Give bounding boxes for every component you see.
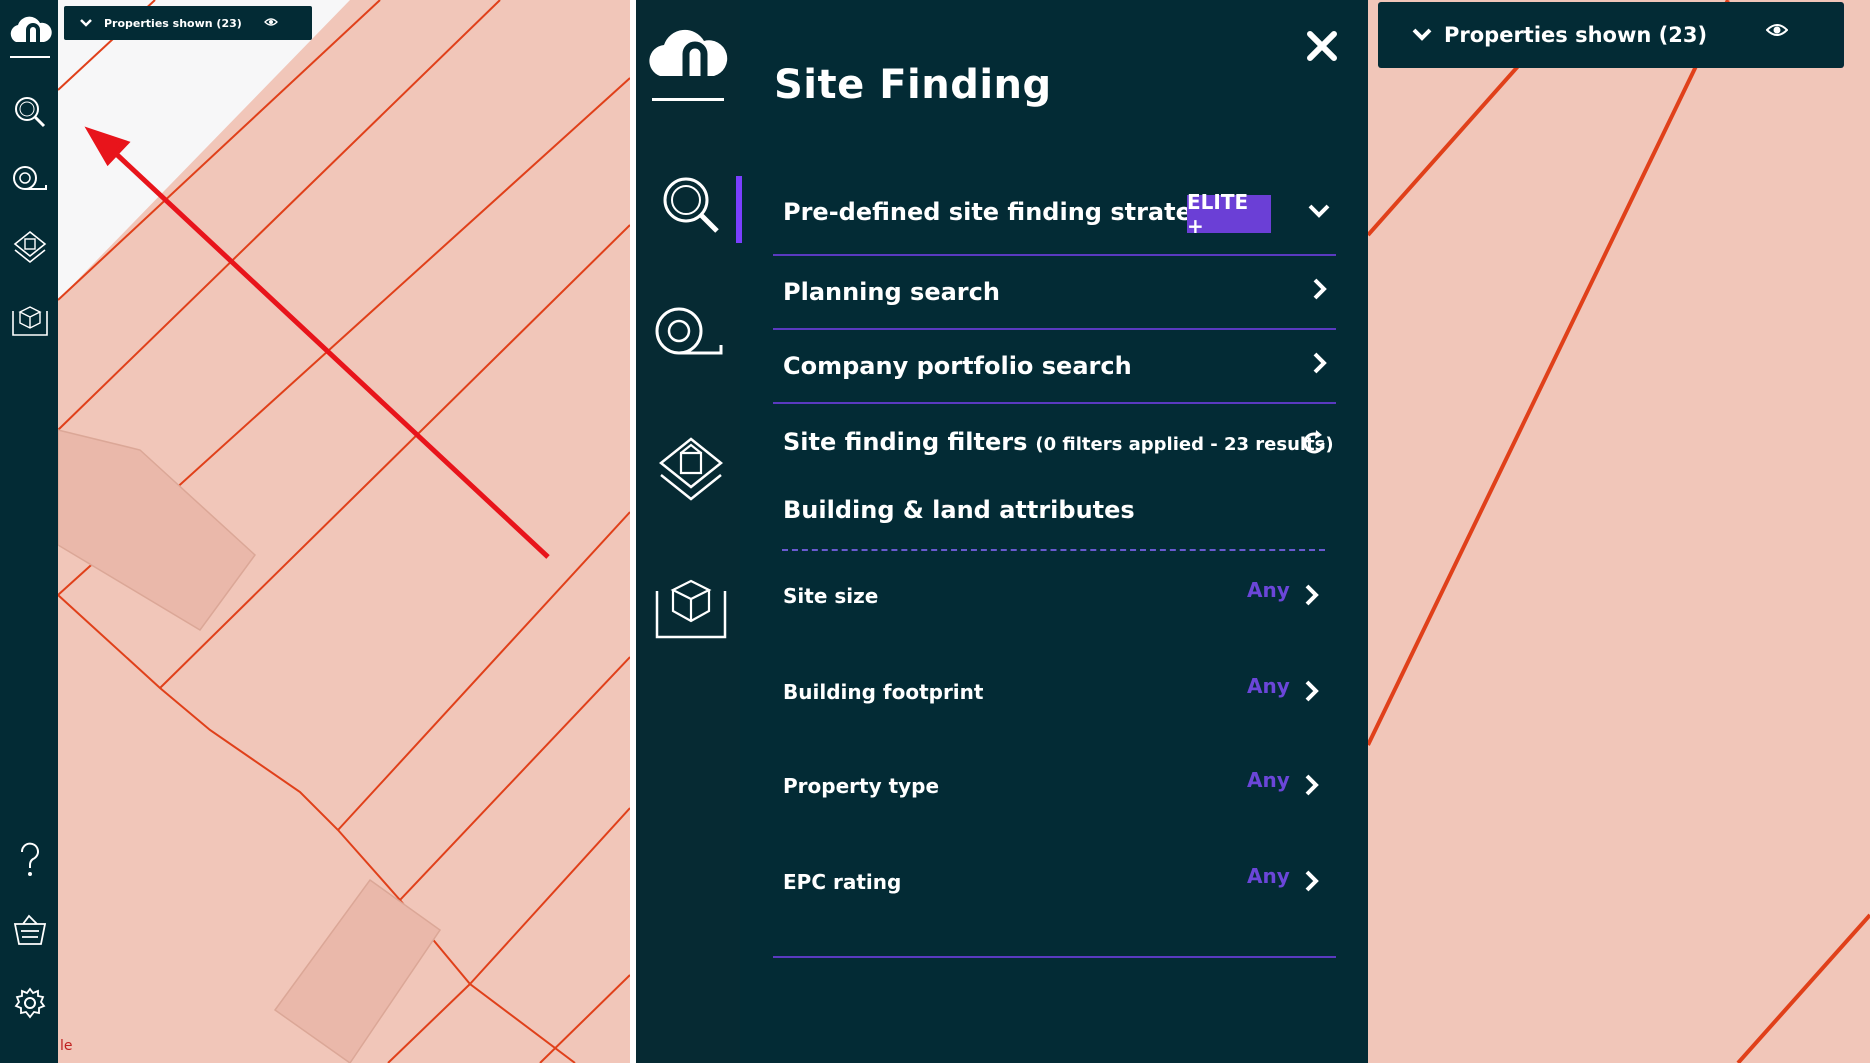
filter-row-site-size[interactable]: Site size Any [773,570,1336,620]
divider [773,402,1336,404]
building-footprints [57,429,442,1063]
site-finding-panel: Site Finding Pre-defined site finding st… [636,0,1369,1063]
site-finding-filters-header: Site finding filters (0 filters applied -… [773,422,1336,468]
filter-label: Property type [783,774,940,798]
strategies-label: Pre-defined site finding strategies [783,198,1248,226]
planning-search-row[interactable]: Planning search [773,268,1336,328]
chevron-down-icon [1412,28,1432,41]
filter-label: Site size [783,584,879,608]
map-label-fragment: le [60,1038,73,1054]
cloud-n-logo-icon[interactable] [646,20,730,82]
logo-underline [652,98,724,101]
tape-measure-icon[interactable] [12,165,50,195]
gear-icon[interactable] [14,987,46,1019]
company-portfolio-search-row[interactable]: Company portfolio search [773,342,1336,402]
building-layers-icon[interactable] [12,230,48,268]
chevron-right-icon [1313,278,1327,300]
divider [773,328,1336,330]
logo-underline [10,56,50,58]
chevron-right-icon [1305,870,1319,892]
filter-row-property-type[interactable]: Property type Any [773,760,1336,810]
building-layers-icon[interactable] [656,435,726,507]
elite-plus-badge: ELITE + [1187,190,1271,238]
right-map-canvas[interactable] [1368,0,1870,1063]
properties-shown-label: Properties shown (23) [1444,23,1708,47]
properties-shown-toggle[interactable]: Properties shown (23) [1378,2,1844,68]
filter-row-epc-rating[interactable]: EPC rating Any [773,856,1336,906]
basket-icon[interactable] [13,914,47,946]
chevron-right-icon [1313,352,1327,374]
chevron-down-icon [80,19,92,27]
chevron-right-icon [1305,680,1319,702]
active-rail-indicator [736,176,742,243]
properties-shown-label: Properties shown (23) [104,16,242,30]
properties-shown-toggle[interactable]: Properties shown (23) [64,6,312,40]
chevron-right-icon [1305,584,1319,606]
planning-search-label: Planning search [783,278,1000,306]
right-map-screenshot: Properties shown (23) [1368,0,1870,1063]
filter-row-building-footprint[interactable]: Building footprint Any [773,666,1336,716]
company-portfolio-search-label: Company portfolio search [783,352,1132,380]
panel-side-rail [636,0,740,1063]
divider [773,254,1336,256]
site-finding-filters-label: Site finding filters [783,428,1028,456]
left-map-screenshot: le Properties shown (23) [0,0,630,1063]
filter-label: EPC rating [783,870,902,894]
eye-icon[interactable] [264,17,278,27]
building-land-attributes-label: Building & land attributes [783,496,1135,524]
panel-title: Site Finding [774,62,1052,108]
building-land-attributes-header: Building & land attributes [773,490,1336,530]
tape-measure-icon[interactable] [653,305,727,363]
refresh-icon[interactable] [1299,428,1329,458]
divider [773,956,1336,958]
parcel-lines [1368,0,1870,1063]
chevron-right-icon [1305,774,1319,796]
map-box-icon[interactable] [653,575,729,641]
cloud-n-logo-icon[interactable] [8,12,52,48]
dashed-divider [782,549,1325,551]
filter-label: Building footprint [783,680,984,704]
magnifier-icon[interactable] [660,174,722,236]
question-icon[interactable] [16,842,44,878]
magnifier-icon[interactable] [13,95,47,129]
left-side-rail [0,0,58,1063]
eye-icon[interactable] [1766,22,1788,38]
filter-value: Any [1247,674,1290,698]
filter-value: Any [1247,864,1290,888]
close-icon[interactable] [1304,28,1340,64]
filters-applied-note: (0 filters applied - 23 results) [1035,434,1334,455]
filter-value: Any [1247,768,1290,792]
chevron-down-icon[interactable] [1308,204,1330,220]
map-box-icon[interactable] [11,303,49,337]
left-map-canvas[interactable] [0,0,630,1063]
filter-value: Any [1247,578,1290,602]
